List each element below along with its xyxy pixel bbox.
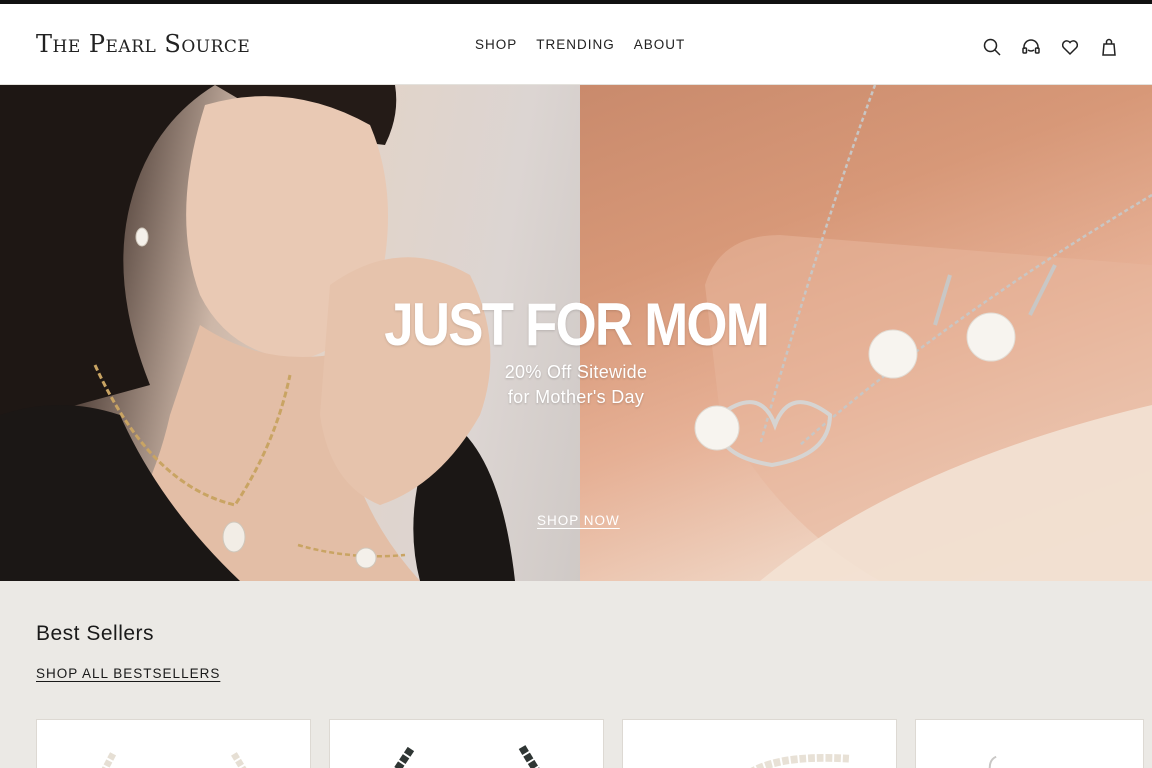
- shopping-bag-icon[interactable]: [1099, 37, 1119, 57]
- product-image: [101, 752, 247, 768]
- bestsellers-section: Best Sellers SHOP ALL BESTSELLERS: [0, 581, 1152, 768]
- product-image: [988, 755, 997, 768]
- hero-subtitle-line2: for Mother's Day: [507, 387, 645, 407]
- product-card-4[interactable]: [915, 719, 1144, 768]
- product-card-1[interactable]: [36, 719, 311, 768]
- site-header: The Pearl Source SHOP TRENDING ABOUT: [0, 4, 1152, 85]
- header-icons: [982, 37, 1119, 57]
- heart-icon[interactable]: [1060, 37, 1080, 57]
- hero-banner[interactable]: JUST FOR MOM 20% Off Sitewide for Mother…: [0, 85, 1152, 581]
- shop-all-bestsellers-link[interactable]: SHOP ALL BESTSELLERS: [36, 666, 220, 681]
- product-card-3[interactable]: [622, 719, 897, 768]
- nav-item-shop[interactable]: SHOP: [475, 37, 517, 52]
- hero-title: JUST FOR MOM: [384, 291, 769, 358]
- nav-item-trending[interactable]: TRENDING: [536, 37, 615, 52]
- search-icon[interactable]: [982, 37, 1002, 57]
- shop-now-link[interactable]: SHOP NOW: [537, 513, 620, 528]
- hero-subtitle-line1: 20% Off Sitewide: [504, 362, 648, 382]
- product-card-2[interactable]: [329, 719, 604, 768]
- product-image: [750, 754, 850, 768]
- section-title: Best Sellers: [36, 622, 155, 645]
- product-image: [393, 745, 540, 768]
- headset-icon[interactable]: [1021, 37, 1041, 57]
- nav-item-about[interactable]: ABOUT: [634, 37, 686, 52]
- main-nav: SHOP TRENDING ABOUT: [475, 37, 685, 52]
- brand-logo[interactable]: The Pearl Source: [36, 30, 250, 58]
